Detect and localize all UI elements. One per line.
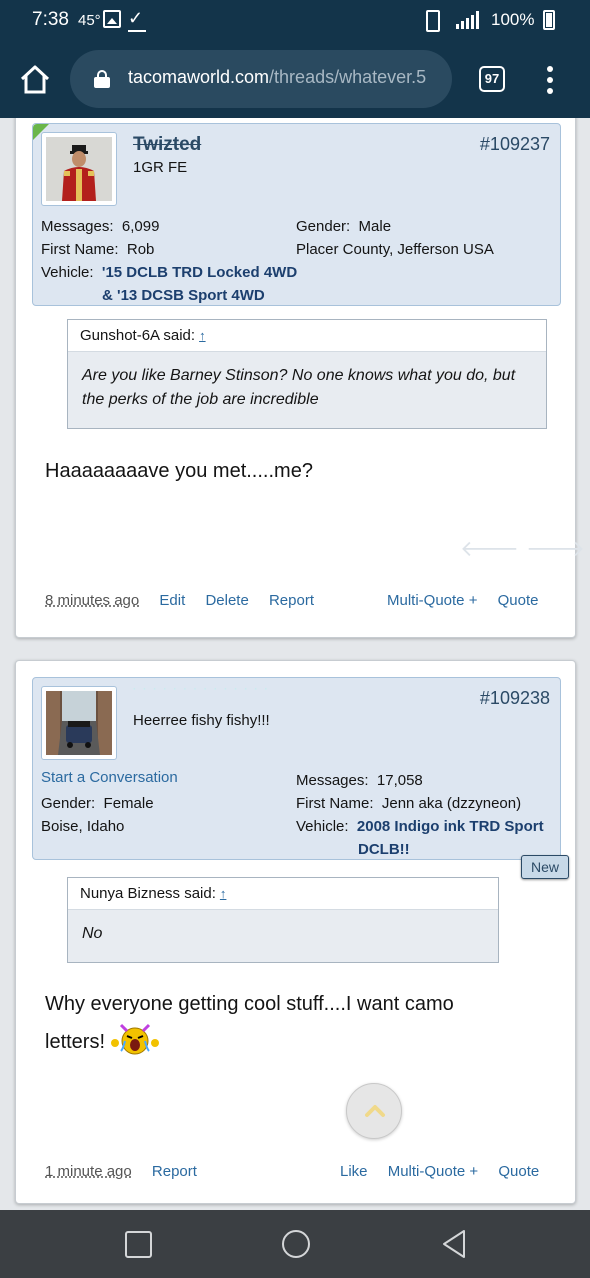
home-icon[interactable] bbox=[18, 62, 52, 96]
next-arrow-icon[interactable]: 🡒 bbox=[526, 536, 585, 562]
post-time[interactable]: 8 minutes ago bbox=[45, 592, 139, 609]
first-name-value: Jenn aka (dzzyneon) bbox=[381, 795, 522, 812]
user-info-block: Twizted 1GR FE #109237 Messages: 6,099 F… bbox=[32, 123, 561, 306]
gender-label: Gender: bbox=[296, 218, 351, 235]
user-stats-left: Gender: Female Boise, Idaho bbox=[41, 792, 154, 838]
url-bar[interactable]: tacomaworld.com/threads/whatever.5 bbox=[70, 50, 452, 108]
system-nav-bar bbox=[0, 1210, 590, 1278]
recent-apps-icon[interactable] bbox=[125, 1231, 152, 1258]
post-footer-right: Multi-Quote + Quote bbox=[387, 592, 539, 609]
url-path: /threads/whatever.5 bbox=[269, 67, 427, 87]
messages-value: 6,099 bbox=[121, 218, 160, 235]
url-text[interactable]: tacomaworld.com/threads/whatever.5 bbox=[128, 67, 446, 88]
quote-text: No bbox=[82, 925, 103, 942]
crying-emoji-icon bbox=[107, 1021, 163, 1057]
start-conversation-link[interactable]: Start a Conversation bbox=[41, 769, 178, 786]
lock-icon bbox=[94, 70, 110, 88]
checkmark-icon: ✓ bbox=[128, 8, 147, 32]
user-stats-right: Messages: 17,058 First Name: Jenn aka (d… bbox=[296, 769, 544, 861]
quote-author[interactable]: Nunya Bizness said: bbox=[80, 885, 216, 902]
gallery-icon bbox=[103, 10, 121, 28]
post-number[interactable]: #109237 bbox=[480, 134, 550, 155]
messages-label: Messages: bbox=[41, 218, 114, 235]
browser-toolbar: tacomaworld.com/threads/whatever.5 97 bbox=[0, 42, 590, 118]
post-time[interactable]: 1 minute ago bbox=[45, 1163, 132, 1180]
home-circle-icon[interactable] bbox=[282, 1230, 310, 1258]
new-post-badge: New bbox=[521, 855, 569, 879]
vehicle-value[interactable]: 2008 Indigo ink TRD Sport bbox=[357, 818, 544, 835]
vehicle-label: Vehicle: bbox=[41, 264, 94, 281]
report-link[interactable]: Report bbox=[152, 1163, 197, 1180]
vehicle-label: Vehicle: bbox=[296, 818, 349, 835]
avatar[interactable] bbox=[41, 686, 117, 760]
user-title: 1GR FE bbox=[133, 159, 188, 176]
user-stats-right: Gender: Male Placer County, Jefferson US… bbox=[296, 215, 494, 261]
quote-jump-link[interactable]: ↑ bbox=[199, 328, 206, 343]
vehicle-value-line2[interactable]: & '13 DCSB Sport 4WD bbox=[102, 287, 265, 304]
messages-value: 17,058 bbox=[376, 772, 423, 789]
quote-link[interactable]: Quote bbox=[498, 592, 539, 609]
username[interactable]: · · · · · · · · · · · · · · bbox=[133, 684, 270, 695]
previous-arrow-icon[interactable]: 🡐 bbox=[460, 536, 519, 562]
scroll-to-top-button[interactable] bbox=[346, 1083, 402, 1139]
report-link[interactable]: Report bbox=[269, 592, 314, 609]
quote-jump-link[interactable]: ↑ bbox=[220, 886, 227, 901]
post-message-line2: letters! bbox=[45, 1031, 106, 1053]
post-footer-right: Like Multi-Quote + Quote bbox=[340, 1163, 539, 1180]
vehicle-value[interactable]: '15 DCLB TRD Locked 4WD bbox=[102, 264, 297, 281]
url-domain: tacomaworld.com bbox=[128, 67, 270, 87]
gender-value: Male bbox=[358, 218, 392, 235]
gender-value: Female bbox=[103, 795, 154, 812]
quote-block: Nunya Bizness said: ↑ No bbox=[67, 877, 499, 963]
multi-quote-link[interactable]: Multi-Quote + bbox=[388, 1163, 478, 1180]
user-info-block: · · · · · · · · · · · · · · Heerree fish… bbox=[32, 677, 561, 860]
user-title: Heerree fishy fishy!!! bbox=[133, 712, 270, 729]
quote-author[interactable]: Gunshot-6A said: bbox=[80, 327, 195, 344]
quote-block: Gunshot-6A said: ↑ Are you like Barney St… bbox=[67, 319, 547, 429]
signal-icon bbox=[450, 9, 490, 31]
avatar[interactable] bbox=[41, 132, 117, 206]
post: · · · · · · · · · · · · · · Heerree fish… bbox=[15, 660, 576, 1204]
tab-switcher-button[interactable]: 97 bbox=[479, 66, 505, 92]
location-value: Boise, Idaho bbox=[41, 818, 125, 835]
post: Twizted 1GR FE #109237 Messages: 6,099 F… bbox=[15, 118, 585, 638]
post-message-line1: Why everyone getting cool stuff....I wan… bbox=[45, 993, 454, 1015]
like-link[interactable]: Like bbox=[340, 1163, 368, 1180]
status-time: 7:38 bbox=[32, 9, 69, 30]
post-footer-left: 8 minutes ago Edit Delete Report bbox=[45, 592, 314, 609]
vehicle-value-line2[interactable]: DCLB!! bbox=[358, 841, 410, 858]
first-name-label: First Name: bbox=[296, 795, 374, 812]
multi-quote-link[interactable]: Multi-Quote + bbox=[387, 592, 477, 609]
post-number[interactable]: #109238 bbox=[480, 688, 550, 709]
thread-content: Twizted 1GR FE #109237 Messages: 6,099 F… bbox=[0, 118, 590, 1210]
status-temperature: 45° bbox=[78, 12, 101, 29]
post-message: Why everyone getting cool stuff....I wan… bbox=[45, 985, 454, 1061]
location-value: Placer County, Jefferson USA bbox=[296, 241, 494, 258]
first-name-value: Rob bbox=[126, 241, 155, 258]
chevron-up-icon bbox=[365, 1105, 385, 1117]
user-stats-left: Messages: 6,099 First Name: Rob Vehicle:… bbox=[41, 215, 297, 307]
edit-link[interactable]: Edit bbox=[159, 592, 185, 609]
post-message: Haaaaaaaave you met.....me? bbox=[45, 460, 313, 482]
battery-percent: 100% bbox=[491, 10, 535, 29]
username[interactable]: Twizted bbox=[133, 134, 201, 156]
vibrate-icon bbox=[421, 9, 441, 32]
status-bar: 7:38 45° ✓ 100% bbox=[0, 0, 590, 42]
overflow-menu-icon[interactable] bbox=[540, 66, 560, 94]
back-triangle-icon[interactable] bbox=[440, 1228, 468, 1260]
quote-link[interactable]: Quote bbox=[498, 1163, 539, 1180]
delete-link[interactable]: Delete bbox=[205, 592, 248, 609]
first-name-label: First Name: bbox=[41, 241, 119, 258]
post-footer-left: 1 minute ago Report bbox=[45, 1163, 197, 1180]
quote-text: Are you like Barney Stinson? No one know… bbox=[82, 367, 516, 408]
gender-label: Gender: bbox=[41, 795, 96, 812]
battery-icon bbox=[543, 10, 555, 30]
messages-label: Messages: bbox=[296, 772, 369, 789]
